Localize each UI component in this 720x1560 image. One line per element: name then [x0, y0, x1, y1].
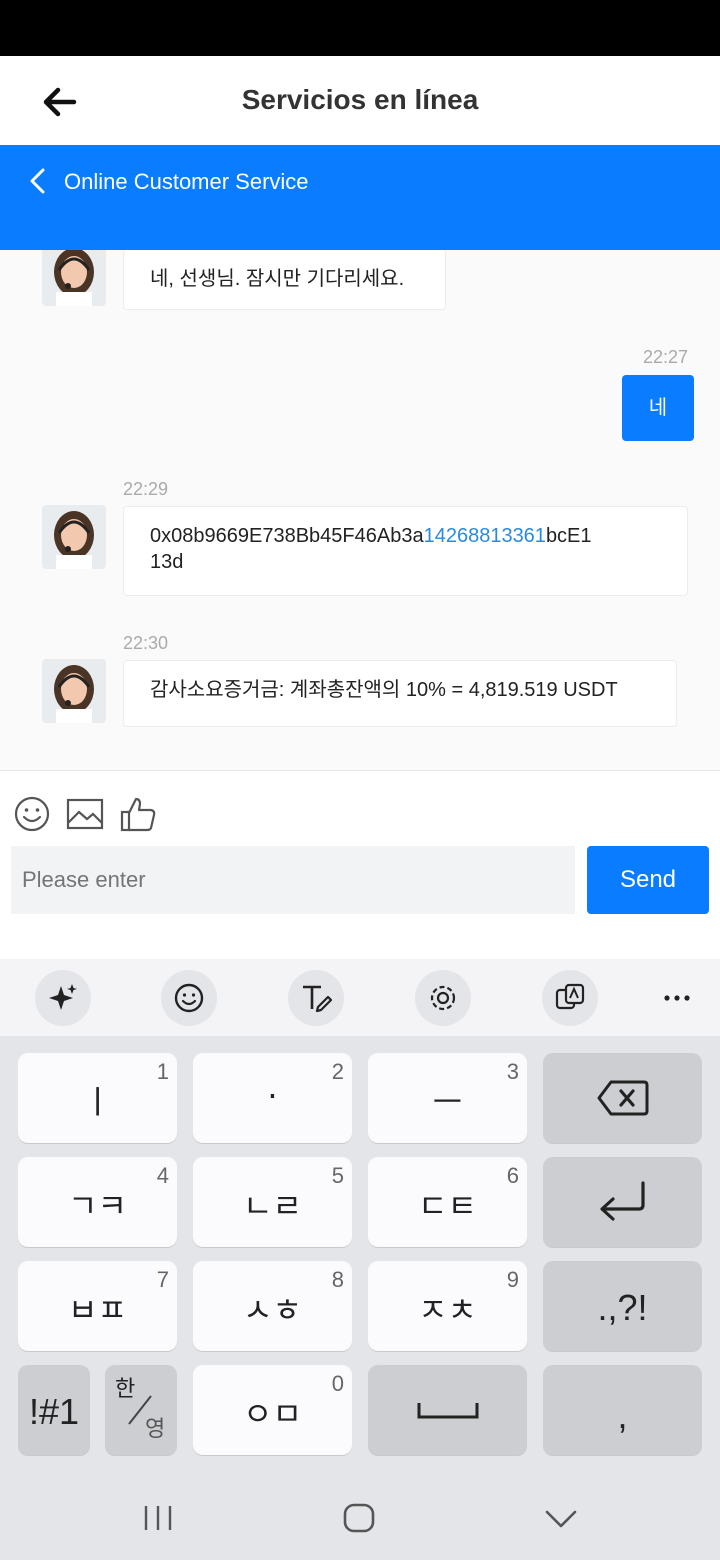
key-glyph: ,	[617, 1395, 628, 1436]
status-bar	[0, 0, 720, 56]
keyboard-toolbar	[0, 959, 720, 1036]
punctuation-key[interactable]: .,?!	[543, 1261, 702, 1351]
more-dots-icon	[664, 995, 690, 1001]
message-text: 네	[648, 397, 668, 419]
key-glyph: ㅡ	[432, 1083, 463, 1121]
top-app-bar: Servicios en línea	[0, 56, 720, 145]
key-glyph: ㅂㅍ	[68, 1291, 127, 1329]
page-title: Servicios en línea	[241, 84, 479, 115]
message-link[interactable]: 14268813361	[424, 525, 546, 547]
key-2[interactable]: 2 ·	[193, 1053, 352, 1143]
service-header: Online Customer Service	[0, 145, 720, 250]
backspace-icon	[597, 1080, 649, 1116]
message-text: 13d	[150, 551, 184, 573]
enter-icon	[600, 1181, 645, 1221]
key-1[interactable]: 1 ㅣ	[18, 1053, 177, 1143]
key-6[interactable]: 6 ㄷㅌ	[368, 1157, 527, 1247]
key-glyph: .,?!	[597, 1287, 648, 1328]
chat-messages: 네, 선생님. 잠시만 기다리세요. 22:27 네 22:29 0x08b96…	[0, 250, 720, 770]
keyboard: 1 ㅣ 2 · 3 ㅡ 4 ㄱㅋ 5 ㄴㄹ 6 ㄷㅌ 7 ㅂㅍ 8 ㅅㅎ 9 ㅈ…	[0, 1036, 720, 1470]
user-message-bubble: 네	[622, 375, 694, 441]
key-glyph: ㅅㅎ	[243, 1291, 302, 1329]
keyboard-settings-button[interactable]	[415, 970, 471, 1026]
key-3[interactable]: 3 ㅡ	[368, 1053, 527, 1143]
ai-sparkle-button[interactable]	[35, 970, 91, 1026]
key-glyph: ㅈㅊ	[418, 1291, 477, 1329]
key-glyph: ㅇㅁ	[243, 1395, 302, 1433]
emoji-icon[interactable]	[13, 795, 51, 833]
key-0[interactable]: 0 ㅇㅁ	[193, 1365, 352, 1455]
key-glyph: ·	[267, 1077, 278, 1115]
thumbs-up-icon[interactable]	[119, 795, 157, 833]
message-timestamp: 22:27	[643, 347, 689, 367]
recent-apps-icon[interactable]	[140, 1504, 176, 1532]
message-text: 네, 선생님. 잠시만 기다리세요.	[150, 268, 405, 290]
service-header-label: Online Customer Service	[64, 169, 309, 194]
key-9[interactable]: 9 ㅈㅊ	[368, 1261, 527, 1351]
message-timestamp: 22:29	[123, 479, 169, 499]
send-button[interactable]: Send	[587, 846, 709, 914]
system-navigation-bar	[0, 1470, 720, 1560]
agent-avatar	[42, 659, 106, 723]
agent-avatar	[42, 250, 106, 306]
language-switch-key[interactable]: 한 영	[105, 1365, 177, 1455]
message-text: bcE1	[545, 525, 592, 547]
translate-button[interactable]	[542, 970, 598, 1026]
text-pen-icon	[303, 985, 333, 1013]
agent-message-bubble: 네, 선생님. 잠시만 기다리세요.	[123, 250, 446, 310]
key-glyph: !#1	[28, 1391, 80, 1432]
key-7[interactable]: 7 ㅂㅍ	[18, 1261, 177, 1351]
key-glyph: ㅣ	[82, 1083, 113, 1121]
agent-message-bubble: 0x08b9669E738Bb45F46Ab3a14268813361bcE1 1…	[123, 506, 688, 596]
key-glyph: ㄴㄹ	[243, 1187, 302, 1225]
composer: Send	[0, 771, 720, 959]
more-options-button[interactable]	[660, 983, 694, 1013]
key-5[interactable]: 5 ㄴㄹ	[193, 1157, 352, 1247]
space-key[interactable]	[368, 1365, 527, 1455]
symbols-key[interactable]: !#1	[18, 1365, 90, 1455]
key-glyph: ㄱㅋ	[68, 1187, 127, 1225]
key-8[interactable]: 8 ㅅㅎ	[193, 1261, 352, 1351]
emoji-icon	[174, 983, 204, 1013]
handwriting-button[interactable]	[288, 970, 344, 1026]
emoji-keyboard-button[interactable]	[161, 970, 217, 1026]
comma-key[interactable]: ,	[543, 1365, 702, 1455]
enter-key[interactable]	[543, 1157, 702, 1247]
space-icon	[417, 1403, 479, 1419]
backspace-key[interactable]	[543, 1053, 702, 1143]
chevron-left-icon[interactable]	[28, 167, 48, 195]
back-chevron-icon[interactable]	[544, 1507, 578, 1531]
lang-english-label: 영	[145, 1417, 166, 1442]
sparkle-icon	[49, 984, 77, 1010]
home-icon[interactable]	[342, 1503, 376, 1533]
gear-icon	[430, 985, 456, 1011]
key-glyph: ㄷㅌ	[418, 1187, 477, 1225]
agent-avatar	[42, 505, 106, 569]
key-4[interactable]: 4 ㄱㅋ	[18, 1157, 177, 1247]
agent-message-bubble: 감사소요증거금: 계좌총잔액의 10% = 4,819.519 USDT	[123, 660, 677, 727]
message-timestamp: 22:30	[123, 633, 169, 653]
message-text: 0x08b9669E738Bb45F46Ab3a	[150, 525, 424, 547]
message-input[interactable]	[11, 846, 575, 914]
translate-icon	[555, 983, 585, 1010]
image-icon[interactable]	[66, 795, 104, 833]
message-text: 감사소요증거금: 계좌총잔액의 10% = 4,819.519 USDT	[150, 679, 618, 701]
